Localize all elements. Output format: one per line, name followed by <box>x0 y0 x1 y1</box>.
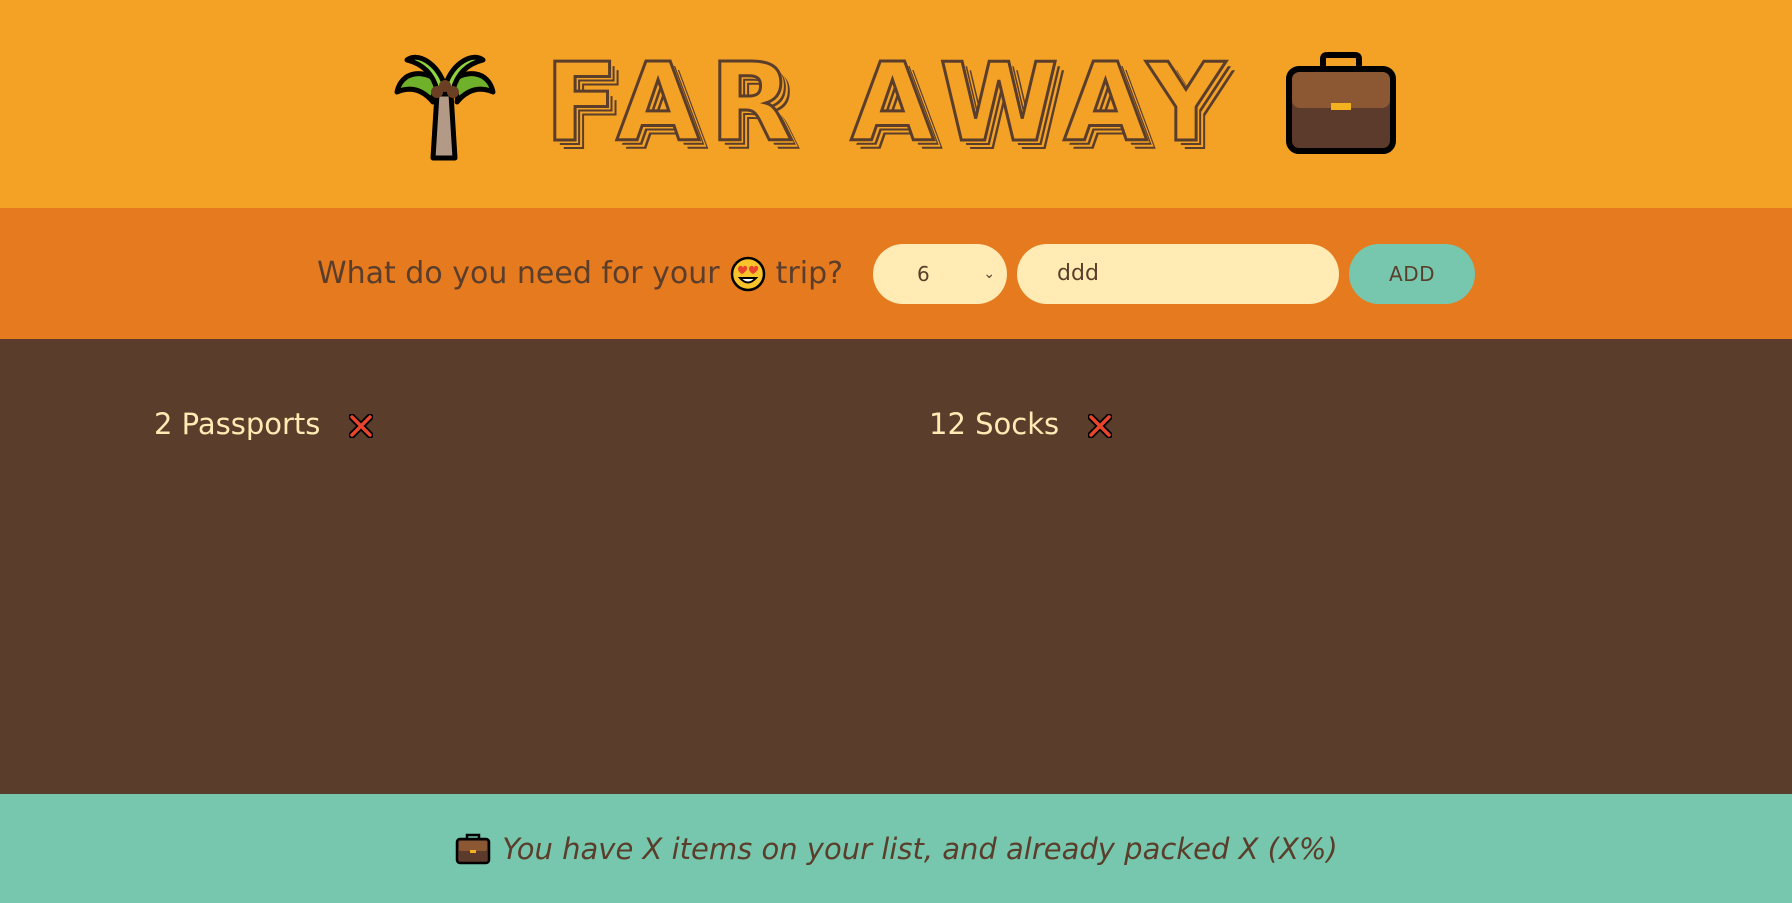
chevron-down-icon: ⌄ <box>983 265 996 282</box>
header: FAR AWAY <box>0 0 1792 208</box>
app-title: FAR AWAY <box>543 41 1236 166</box>
item-description-input[interactable] <box>1017 243 1340 304</box>
briefcase-icon <box>456 833 491 864</box>
heart-eyes-face-icon <box>730 256 765 291</box>
item-label: 2 Passports <box>154 407 321 441</box>
palm-tree-icon <box>394 54 496 161</box>
stats-footer: You have X items on your list, and alrea… <box>0 794 1792 903</box>
stats-text: You have X items on your list, and alrea… <box>502 831 1338 866</box>
add-item-form: What do you need for your trip? 6 ⌄ ADD <box>0 208 1792 339</box>
form-question-text: What do you need for your <box>316 256 720 291</box>
remove-item-icon[interactable] <box>1087 413 1113 439</box>
quantity-value: 6 <box>917 261 930 286</box>
app: FAR AWAY What do you need for your trip?… <box>0 0 1792 903</box>
form-question: What do you need for your trip? <box>317 256 843 292</box>
briefcase-icon <box>1286 52 1397 154</box>
remove-item-icon[interactable] <box>348 413 374 439</box>
list-item: 12 Socks <box>929 399 1704 449</box>
quantity-select[interactable]: 6 ⌄ <box>873 243 1008 304</box>
packing-list: 2 Passports 12 Socks <box>0 339 1792 794</box>
form-question-suffix: trip? <box>775 256 844 291</box>
list-item: 2 Passports <box>154 399 929 449</box>
add-button[interactable]: ADD <box>1349 243 1476 304</box>
item-label: 12 Socks <box>929 407 1060 441</box>
